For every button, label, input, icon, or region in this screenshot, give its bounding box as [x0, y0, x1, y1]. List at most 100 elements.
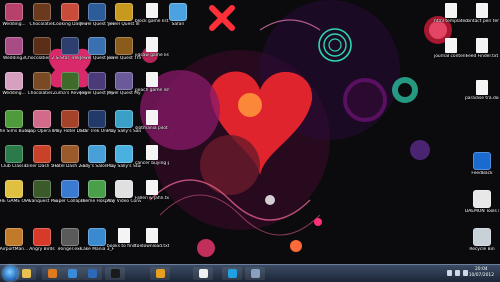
game-icon — [5, 72, 23, 90]
desktop-shortcut[interactable]: Fallen & jahn.txt — [135, 180, 169, 201]
desktop-shortcut[interactable]: Feed Finder.txt — [465, 38, 499, 59]
game-icon — [88, 145, 106, 163]
taskbar-button[interactable] — [150, 267, 170, 280]
game-icon — [5, 3, 23, 21]
game-icon — [61, 110, 79, 128]
desktop-shortcut-label: slotmania pilot pack.rtf — [135, 126, 169, 131]
game-icon — [88, 228, 106, 246]
desktop-shortcut[interactable]: cancer buying pilot.rtf — [135, 145, 169, 166]
desktop-shortcut[interactable]: html template.txt — [434, 3, 468, 24]
game-icon — [88, 110, 106, 128]
text-document-icon — [146, 37, 158, 52]
media-player-icon — [47, 269, 57, 278]
text-document-icon — [146, 110, 158, 125]
steam-icon — [110, 269, 120, 278]
game-icon — [33, 3, 51, 21]
desktop-shortcut[interactable]: slotmania pilot pack.rtf — [135, 110, 169, 131]
desktop-shortcut[interactable]: contact peri template.txt — [465, 3, 499, 24]
game-icon — [115, 110, 133, 128]
desktop-shortcut-label: DAEMON Tools Lite — [465, 209, 499, 214]
winamp-icon — [155, 269, 165, 278]
taskbar-button[interactable] — [222, 267, 242, 280]
text-document-icon — [445, 38, 457, 53]
app-icon — [473, 152, 491, 170]
app-icon — [61, 228, 79, 246]
safari-icon — [169, 3, 187, 21]
game-icon — [88, 37, 106, 55]
text-document-icon — [476, 38, 488, 53]
taskbar-button[interactable] — [62, 267, 82, 280]
recycle-bin-icon — [473, 228, 491, 246]
network-icon[interactable] — [455, 270, 460, 276]
taskbar: 20:04 10/07/2012 — [0, 264, 500, 282]
desktop-shortcut-label: cancer buying pilot.rtf — [135, 161, 169, 166]
desktop-shortcut[interactable]: to download.txt — [135, 228, 169, 249]
text-document-icon — [146, 228, 158, 243]
game-icon — [61, 72, 79, 90]
photoshop-icon — [87, 269, 97, 278]
desktop-shortcut[interactable]: FeedBack — [467, 152, 497, 176]
game-icon — [5, 228, 23, 246]
desktop-shortcut-label: journal contents.txt — [434, 54, 468, 59]
taskbar-button[interactable] — [42, 267, 62, 280]
game-icon — [115, 72, 133, 90]
desktop-shortcut-label: Recycle Bin — [469, 247, 495, 252]
desktop-shortcut-label: contact peri template.txt — [465, 19, 499, 24]
text-document-icon — [118, 228, 130, 243]
taskbar-button[interactable] — [193, 267, 213, 280]
desktop-shortcut[interactable]: Recycle Bin — [467, 228, 497, 252]
game-icon — [33, 37, 51, 55]
app-icon — [115, 180, 133, 198]
flag-icon[interactable] — [447, 270, 452, 276]
desktop-shortcut-label: to download.txt — [135, 244, 169, 249]
system-tray: 20:04 10/07/2012 — [440, 265, 500, 282]
taskbar-button[interactable] — [16, 267, 36, 280]
desktop-shortcut[interactable]: journal contents.txt — [434, 38, 468, 59]
game-icon — [33, 110, 51, 128]
desktop-shortcut-label: Safari — [171, 22, 185, 27]
desktop-shortcut[interactable]: paradise tra.docx — [465, 80, 499, 101]
desktop-shortcut-label: Fallen & jahn.txt — [135, 196, 169, 201]
game-icon — [61, 180, 79, 198]
desktop-shortcut[interactable]: DAEMON Tools Lite — [465, 190, 499, 214]
text-document-icon — [146, 72, 158, 87]
game-icon — [5, 180, 23, 198]
desktop-shortcut-label: html template.txt — [434, 19, 468, 24]
game-icon — [88, 180, 106, 198]
taskbar-button[interactable] — [82, 267, 102, 280]
text-document-icon — [146, 180, 158, 195]
desktop-shortcut[interactable]: Safari — [163, 3, 193, 27]
game-icon — [88, 72, 106, 90]
taskbar-button[interactable] — [245, 267, 265, 280]
app-icon — [33, 180, 51, 198]
taskbar-button[interactable] — [105, 267, 125, 280]
text-document-icon — [476, 80, 488, 95]
game-icon — [115, 145, 133, 163]
text-document-icon — [146, 3, 158, 18]
game-icon — [115, 37, 133, 55]
ie-icon — [67, 269, 77, 278]
text-document-icon — [445, 3, 457, 18]
game-icon — [33, 228, 51, 246]
window-icon — [250, 269, 260, 278]
game-icon — [5, 145, 23, 163]
text-document-icon — [476, 3, 488, 18]
desktop-shortcut[interactable]: jigsaw game list.txt — [135, 37, 169, 58]
desktop-shortcut-label: peach game list.txt — [135, 88, 169, 93]
game-icon — [61, 3, 79, 21]
desktop-shortcut[interactable]: peach game list.txt — [135, 72, 169, 93]
game-icon — [61, 37, 79, 55]
skype-icon — [227, 269, 237, 278]
game-icon — [33, 72, 51, 90]
desktop-shortcut-label: paradise tra.docx — [465, 96, 499, 101]
app-icon — [473, 190, 491, 208]
volume-icon[interactable] — [463, 270, 468, 276]
game-icon — [115, 3, 133, 21]
desktop-shortcut-label: FeedBack — [471, 171, 493, 176]
desktop-shortcut-label: Feed Finder.txt — [465, 54, 499, 59]
checkmark-icon — [198, 269, 208, 278]
game-icon — [5, 37, 23, 55]
desktop-shortcut-label: jigsaw game list.txt — [135, 53, 169, 58]
clock[interactable]: 20:04 10/07/2012 — [469, 267, 494, 279]
game-icon — [61, 145, 79, 163]
